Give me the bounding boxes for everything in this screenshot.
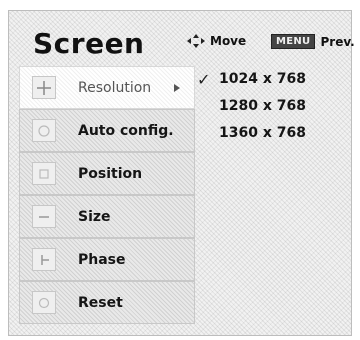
move-label: Move — [210, 34, 247, 48]
menu-item-label: Phase — [78, 252, 126, 268]
resolution-option-label: 1280 x 768 — [219, 98, 306, 114]
menu-item-label: Auto config. — [78, 123, 174, 139]
size-icon — [32, 205, 56, 228]
auto-config-icon — [32, 119, 56, 142]
menu-key-badge: MENU — [271, 34, 316, 49]
prev-label: Prev. — [320, 34, 355, 49]
resolution-option-1280x768[interactable]: 1280 x 768 — [205, 98, 325, 118]
position-icon — [32, 162, 56, 185]
resolution-option-label: 1024 x 768 — [219, 71, 306, 87]
menu-item-auto-config[interactable]: Auto config. — [19, 109, 195, 152]
move-arrows-icon — [187, 34, 205, 48]
menu-item-phase[interactable]: Phase — [19, 238, 195, 281]
menu-item-resolution[interactable]: Resolution — [19, 66, 195, 109]
menu-item-size[interactable]: Size — [19, 195, 195, 238]
submenu-arrow-icon — [174, 84, 180, 92]
prev-hint: MENU Prev. — [271, 34, 355, 49]
menu-item-reset[interactable]: Reset — [19, 281, 195, 324]
phase-icon — [32, 248, 56, 271]
settings-menu: Resolution Auto config. Position Size Ph… — [19, 66, 195, 324]
menu-item-label: Resolution — [78, 80, 152, 96]
menu-item-label: Size — [78, 209, 111, 225]
resolution-option-1360x768[interactable]: 1360 x 768 — [205, 125, 325, 145]
resolution-option-label: 1360 x 768 — [219, 125, 306, 141]
resolution-option-1024x768[interactable]: ✓ 1024 x 768 — [197, 70, 325, 91]
menu-item-label: Reset — [78, 295, 123, 311]
osd-screen-menu: Screen Move MENU Prev. Resolution Auto c… — [8, 10, 355, 336]
check-icon: ✓ — [197, 70, 211, 89]
resolution-icon — [32, 76, 56, 99]
page-title: Screen — [33, 27, 145, 60]
menu-item-position[interactable]: Position — [19, 152, 195, 195]
move-hint: Move — [187, 34, 246, 48]
reset-icon — [32, 291, 56, 314]
menu-item-label: Position — [78, 166, 143, 182]
header: Screen Move MENU Prev. — [9, 11, 355, 63]
